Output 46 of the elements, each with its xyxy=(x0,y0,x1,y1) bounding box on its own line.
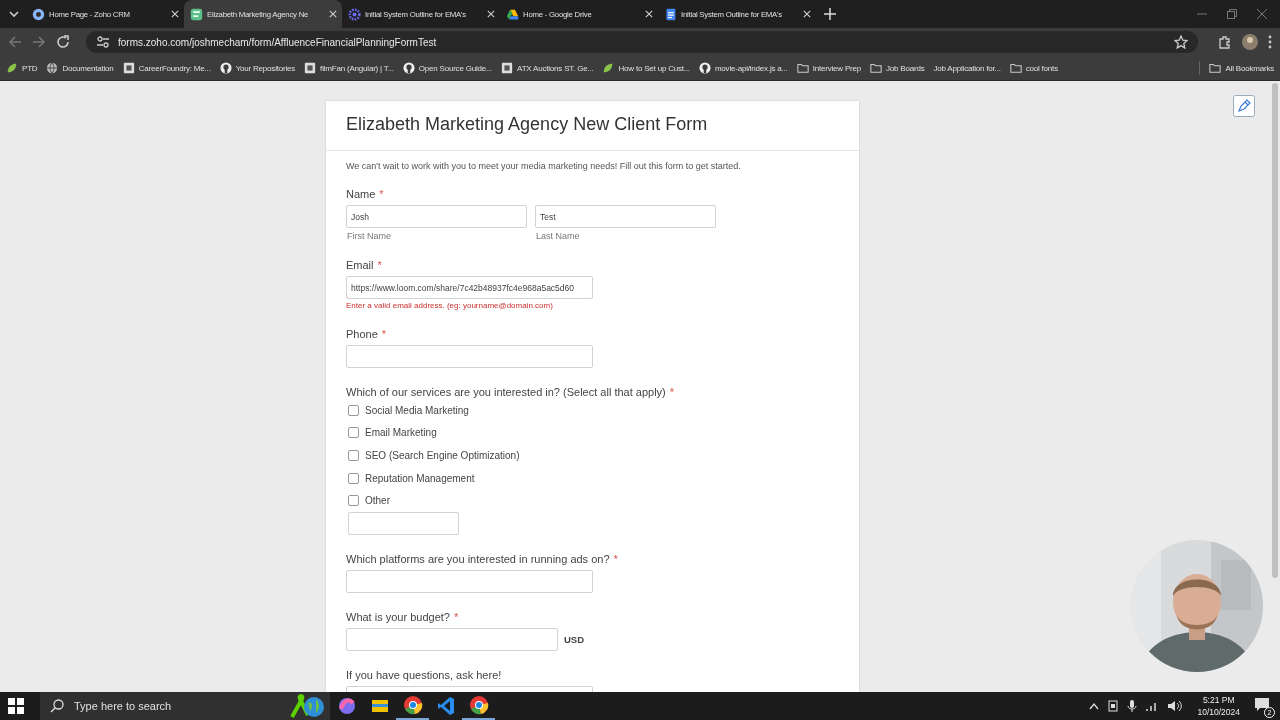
bookmark-item[interactable]: Interview Prep xyxy=(796,62,861,74)
error-message: Enter a valid email address. (eg: yourname@domain.com) xyxy=(346,301,554,310)
checkbox-label: Email Marketing xyxy=(365,427,437,439)
taskbar-search-field[interactable]: Type here to search xyxy=(40,692,330,720)
bookmark-item[interactable]: How to Set up Cust... xyxy=(602,62,690,74)
bookmark-item[interactable]: Documentation xyxy=(46,62,114,74)
bookmark-item[interactable]: Job Application for... xyxy=(933,63,1001,73)
form-description: We can't wait to work with you to meet your media marketing needs! Fill out this form to get started. xyxy=(346,161,742,171)
field-label: Email xyxy=(346,259,374,271)
required-mark: * xyxy=(379,188,384,200)
required-mark: * xyxy=(613,552,618,565)
currency-label: USD xyxy=(564,633,585,645)
field-sublabel: First Name xyxy=(346,231,392,241)
field-label: Which of our services are you interested in? (Select all that apply) xyxy=(346,386,666,398)
required-mark: * xyxy=(669,386,675,398)
bookmark-item[interactable]: ATX Auctions ST. Ge... xyxy=(501,62,594,74)
bookmark-item[interactable]: Open Source Guide... xyxy=(402,62,493,74)
bookmark-item[interactable]: Your Repositories xyxy=(219,62,296,74)
bookmark-item[interactable]: CareerFoundry: Me... xyxy=(122,62,211,74)
field-label: Which platforms are you interested in running ads on? xyxy=(346,552,610,565)
input-field[interactable]: Test xyxy=(535,205,716,228)
input-field[interactable]: Josh xyxy=(346,205,527,228)
bookmark-item[interactable]: movie-api/index.js a... xyxy=(698,62,788,74)
required-mark: * xyxy=(381,328,387,340)
bookmark-item[interactable]: cool fonts xyxy=(1009,62,1058,74)
checkbox-label: Other xyxy=(365,495,390,507)
address-bar[interactable]: forms.zoho.com/joshmecham/form/AffluenceFinancialPlanningFormTest xyxy=(86,31,1198,53)
required-mark: * xyxy=(453,610,459,623)
checkbox-label: SEO (Search Engine Optimization) xyxy=(365,450,520,461)
required-mark: * xyxy=(377,259,382,271)
field-label: What is your budget? xyxy=(346,610,450,623)
checkbox-label: Reputation Management xyxy=(365,472,475,484)
clock-time[interactable]: 5:21 PM xyxy=(1197,694,1240,706)
input-field[interactable]: https://www.loom.com/share/7c42b48937fc4e968a5ac5d60 xyxy=(346,276,593,299)
clock-date[interactable]: 10/10/2024 xyxy=(1197,706,1240,718)
field-label: Name xyxy=(346,188,376,200)
bookmark-item[interactable]: All Bookmarks xyxy=(1209,62,1274,74)
url-text: forms.zoho.com/joshmecham/form/AffluenceFinancialPlanningFormTest xyxy=(118,36,438,48)
field-label: If you have questions, ask here! xyxy=(346,668,502,681)
bookmark-item[interactable]: PTD xyxy=(6,62,38,74)
bookmark-item[interactable]: Job Boards xyxy=(870,62,925,74)
checkbox-label: Social Media Marketing xyxy=(365,404,469,416)
field-sublabel: Last Name xyxy=(535,231,581,241)
field-label: Phone xyxy=(346,328,378,340)
form-title: Elizabeth Marketing Agency New Client Form xyxy=(346,114,709,135)
bookmark-item[interactable]: filmFan (Angular) | T... xyxy=(304,62,394,74)
